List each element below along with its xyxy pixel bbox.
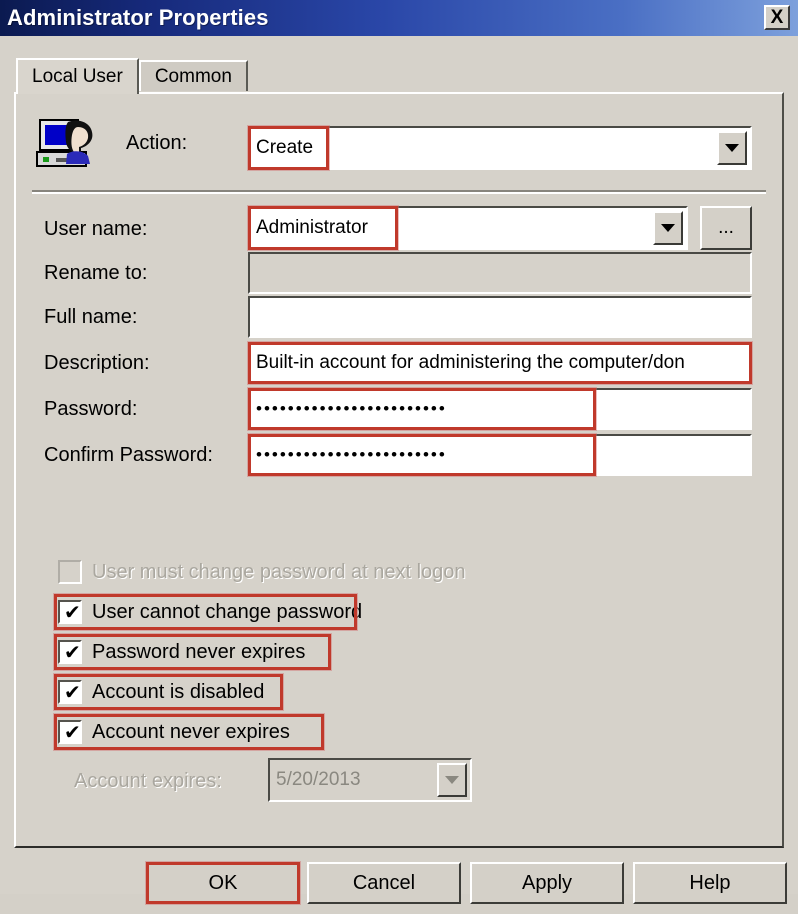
checkbox-label-must-change-password: User must change password at next logon [92,560,466,583]
properties-dialog-window: Administrator Properties X Local User Co… [0,0,798,904]
tab-common[interactable]: Common [138,60,248,91]
tab-common-label: Common [154,65,232,87]
checkbox-label-password-never-expires: Password never expires [92,640,306,663]
password-value: •••••••••••••••••••••••• [256,399,447,418]
user-name-combo[interactable]: Administrator [248,206,688,250]
checkbox-label-account-never-expires: Account never expires [92,720,290,743]
dialog-body: Local User Common Action: Create User na… [0,36,798,904]
help-button-label: Help [689,871,731,894]
description-input[interactable]: Built-in account for administering the c… [248,342,752,384]
check-icon: ✔ [64,680,81,704]
checkbox-row-account-is-disabled[interactable]: ✔ Account is disabled [58,678,264,706]
action-label: Action: [126,132,188,154]
action-dropdown[interactable]: Create [248,126,752,170]
help-button[interactable]: Help [633,862,787,904]
checkbox-must-change-password [58,560,82,584]
dialog-button-bar: OK Cancel Apply Help [0,854,798,914]
checkbox-password-never-expires[interactable]: ✔ [58,640,82,664]
description-label: Description: [44,352,150,374]
ok-button[interactable]: OK [146,862,300,904]
ok-button-label: OK [208,871,238,894]
user-name-value: Administrator [256,217,368,238]
account-expires-value: 5/20/2013 [276,769,361,790]
cancel-button[interactable]: Cancel [307,862,461,904]
action-row: Action: Create [16,104,782,190]
description-value: Built-in account for administering the c… [256,352,685,373]
checkbox-row-must-change-password: User must change password at next logon [58,558,466,586]
local-user-computer-icon [36,119,93,167]
close-button[interactable]: X [764,5,790,30]
user-name-chevron-down-icon[interactable] [653,211,683,245]
user-name-browse-button[interactable]: ... [700,206,752,250]
checkbox-label-account-is-disabled: Account is disabled [92,680,265,703]
confirm-password-input[interactable]: •••••••••••••••••••••••• [248,434,752,476]
checkbox-row-account-never-expires[interactable]: ✔ Account never expires [58,718,290,746]
user-name-label: User name: [44,218,148,240]
account-expires-datepicker: 5/20/2013 [268,758,472,802]
action-value: Create [256,137,314,158]
apply-button[interactable]: Apply [470,862,624,904]
checkbox-label-cannot-change-password: User cannot change password [92,600,363,623]
tab-panel-local-user: Action: Create User name: Administrator … [14,92,784,848]
title-bar: Administrator Properties X [0,0,798,36]
action-dropdown-chevron-down-icon[interactable] [717,131,747,165]
checkbox-account-never-expires[interactable]: ✔ [58,720,82,744]
section-separator-top [32,190,766,194]
check-icon: ✔ [64,600,81,624]
full-name-label: Full name: [44,306,138,328]
checkbox-cannot-change-password[interactable]: ✔ [58,600,82,624]
password-label: Password: [44,398,138,420]
check-icon: ✔ [64,720,81,744]
tab-local-user[interactable]: Local User [16,58,139,94]
checkbox-row-password-never-expires[interactable]: ✔ Password never expires [58,638,305,666]
apply-button-label: Apply [521,871,573,894]
confirm-password-label: Confirm Password: [44,444,213,466]
tab-strip: Local User Common [16,58,248,94]
cancel-button-label: Cancel [352,871,416,894]
checkbox-row-cannot-change-password[interactable]: ✔ User cannot change password [58,598,362,626]
full-name-input[interactable] [248,296,752,338]
confirm-password-value: •••••••••••••••••••••••• [256,445,447,464]
tab-local-user-label: Local User [32,66,123,87]
password-input[interactable]: •••••••••••••••••••••••• [248,388,752,430]
rename-to-label: Rename to: [44,262,148,284]
browse-ellipsis-icon: ... [718,217,734,238]
rename-to-input [248,252,752,294]
window-title: Administrator Properties [7,5,269,30]
check-icon: ✔ [64,640,81,664]
account-expires-label: Account expires: [74,770,222,792]
close-icon: X [770,7,784,28]
account-expires-chevron-down-icon [437,763,467,797]
checkbox-account-is-disabled[interactable]: ✔ [58,680,82,704]
